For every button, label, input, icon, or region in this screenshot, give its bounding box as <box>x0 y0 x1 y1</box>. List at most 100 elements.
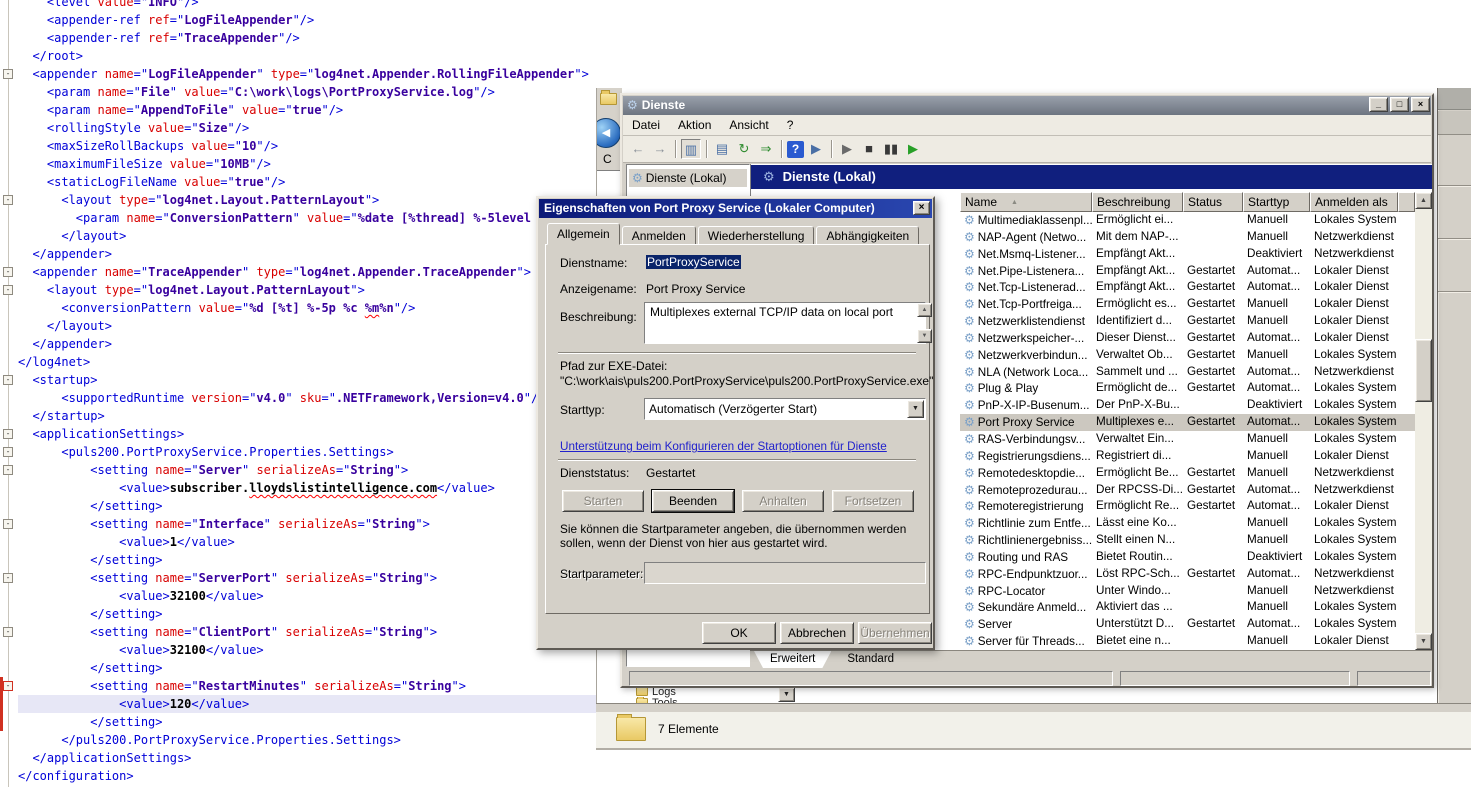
services-table[interactable]: ⚙Multimediaklassenpl...Ermöglicht ei...M… <box>960 212 1415 650</box>
close-icon[interactable]: × <box>1411 97 1430 112</box>
dropdown-button[interactable]: ▼ <box>778 687 795 702</box>
properties-dialog[interactable]: Eigenschaften von Port Proxy Service (Lo… <box>536 196 935 650</box>
code-lines[interactable]: <level value="INFO"/> <appender-ref ref=… <box>18 0 596 785</box>
service-row[interactable]: ⚙Server für Threads...Bietet eine n...Ma… <box>960 633 1415 650</box>
tab-abh-ngigkeiten[interactable]: Abhängigkeiten <box>816 226 919 245</box>
tab-anmelden[interactable]: Anmelden <box>622 226 696 245</box>
column-header-name[interactable]: Name▲ <box>960 192 1092 212</box>
fold-toggle-icon[interactable]: - <box>3 429 13 439</box>
close-icon[interactable]: × <box>913 201 930 215</box>
export-list-icon[interactable]: ⇒ <box>756 139 776 159</box>
ok-button[interactable]: OK <box>702 622 776 644</box>
service-row[interactable]: ⚙RPC-Endpunktzuor...Löst RPC-Sch...Gesta… <box>960 566 1415 583</box>
column-header-anmelden-als[interactable]: Anmelden als <box>1310 192 1398 212</box>
fold-toggle-icon[interactable]: - <box>3 375 13 385</box>
properties-icon[interactable]: ▤ <box>712 139 732 159</box>
tree-item-dienste-lokal[interactable]: ⚙Dienste (Lokal) <box>629 169 747 187</box>
vertical-scrollbar[interactable]: ▲ ▼ <box>1415 192 1432 650</box>
fold-toggle-icon[interactable]: - <box>3 69 13 79</box>
pause-service-icon[interactable]: ▮▮ <box>881 139 901 159</box>
fold-toggle-icon[interactable]: - <box>3 195 13 205</box>
service-row[interactable]: ⚙Netzwerkspeicher-...Dieser Dienst...Ges… <box>960 330 1415 347</box>
tab-standard[interactable]: Standard <box>831 651 910 668</box>
stop-service-icon[interactable]: ■ <box>859 139 879 159</box>
chevron-down-icon[interactable]: ▼ <box>907 400 924 418</box>
fold-toggle-icon[interactable]: - <box>3 573 13 583</box>
menu-bar[interactable]: DateiAktionAnsicht? <box>623 115 1431 136</box>
back-button[interactable]: ◀ <box>596 118 621 148</box>
restart-service-icon[interactable]: ▶ <box>903 139 923 159</box>
fold-toggle-icon[interactable]: - <box>3 447 13 457</box>
service-row[interactable]: ⚙Richtlinienergebniss...Stellt einen N..… <box>960 532 1415 549</box>
beschreibung-field[interactable]: Multiplexes external TCP/IP data on loca… <box>644 302 926 344</box>
back-icon[interactable]: ← <box>628 139 648 159</box>
address-bar-fragment[interactable]: C <box>603 152 612 166</box>
column-header-starttyp[interactable]: Starttyp <box>1243 192 1310 212</box>
fold-toggle-icon[interactable]: - <box>3 519 13 529</box>
fold-toggle-icon[interactable]: - <box>3 267 13 277</box>
service-row[interactable]: ⚙RPC-LocatorUnter Windo...ManuellNetzwer… <box>960 583 1415 600</box>
window-titlebar[interactable]: ⚙Dienste <box>623 96 1431 115</box>
service-row[interactable]: ⚙Plug & PlayErmöglicht de...GestartetAut… <box>960 380 1415 397</box>
code-editor[interactable]: - - - - - - - - - - - - <level value="INFO"/> <appe… <box>0 0 620 787</box>
column-header-beschreibung[interactable]: Beschreibung <box>1092 192 1183 212</box>
service-row[interactable]: ⚙Netzwerkverbindun...Verwaltet Ob...Gest… <box>960 347 1415 364</box>
menu-item-item[interactable]: ? <box>778 115 803 135</box>
scroll-up-icon[interactable]: ▲ <box>1415 192 1432 209</box>
abbrechen-button[interactable]: Abbrechen <box>780 622 854 644</box>
service-row[interactable]: ⚙Net.Tcp-Portfreiga...Ermöglicht es...Ge… <box>960 296 1415 313</box>
service-row[interactable]: ⚙Richtlinie zum Entfe...Lässt eine Ko...… <box>960 515 1415 532</box>
extended-view-icon[interactable]: ▶ <box>806 139 826 159</box>
table-header[interactable]: Name▲BeschreibungStatusStarttypAnmelden … <box>960 192 1415 212</box>
fold-toggle-icon[interactable]: - <box>3 627 13 637</box>
service-row[interactable]: ⚙Port Proxy ServiceMultiplexes e...Gesta… <box>960 414 1415 431</box>
tab-allgemein[interactable]: Allgemein <box>547 223 620 245</box>
forward-icon[interactable]: → <box>650 139 670 159</box>
fold-toggle-icon[interactable]: - <box>3 681 13 691</box>
tab-erweitert[interactable]: Erweitert <box>754 651 831 668</box>
maximize-icon[interactable]: □ <box>1390 97 1409 112</box>
service-row[interactable]: ⚙Net.Msmq-Listener...Empfängt Akt...Deak… <box>960 246 1415 263</box>
service-cell: Bietet eine n... <box>1092 633 1183 650</box>
service-row[interactable]: ⚙Net.Tcp-Listenerad...Empfängt Akt...Ges… <box>960 279 1415 296</box>
minimize-icon[interactable]: _ <box>1369 97 1388 112</box>
fold-gutter[interactable]: - - - - - - - - - - - - <box>0 0 17 787</box>
help-icon[interactable]: ? <box>787 141 804 158</box>
service-row[interactable]: ⚙Registrierungsdiens...Registriert di...… <box>960 448 1415 465</box>
tab-wiederherstellung[interactable]: Wiederherstellung <box>698 226 815 245</box>
starttyp-select[interactable]: Automatisch (Verzögerter Start) ▼ <box>644 398 926 420</box>
service-row[interactable]: ⚙NetzwerklistendienstIdentifiziert d...G… <box>960 313 1415 330</box>
menu-item-datei[interactable]: Datei <box>623 115 669 135</box>
column-header-status[interactable]: Status <box>1183 192 1243 212</box>
service-row[interactable]: ⚙RAS-Verbindungsv...Verwaltet Ein...Manu… <box>960 431 1415 448</box>
service-row[interactable]: ⚙Remoteprozedurau...Der RPCSS-Di...Gesta… <box>960 482 1415 499</box>
dialog-tabs[interactable]: AllgemeinAnmeldenWiederherstellungAbhäng… <box>547 223 921 245</box>
service-row[interactable]: ⚙NLA (Network Loca...Sammelt und ...Gest… <box>960 364 1415 381</box>
scroll-down-icon[interactable]: ▼ <box>917 329 932 343</box>
service-row[interactable]: ⚙Net.Pipe-Listenera...Empfängt Akt...Ges… <box>960 263 1415 280</box>
service-row[interactable]: ⚙Remotedesktopdie...Ermöglicht Be...Gest… <box>960 465 1415 482</box>
fold-toggle-icon[interactable]: - <box>3 285 13 295</box>
service-row[interactable]: ⚙Sekundäre Anmeld...Aktiviert das ...Man… <box>960 599 1415 616</box>
menu-item-ansicht[interactable]: Ansicht <box>720 115 777 135</box>
refresh-icon[interactable]: ↻ <box>734 139 754 159</box>
toolbar[interactable]: ←→▥▤↻⇒?▶▶■▮▮▶ <box>623 136 1431 163</box>
service-row[interactable]: ⚙NAP-Agent (Netwo...Mit dem NAP-...Manue… <box>960 229 1415 246</box>
service-row[interactable]: ⚙RemoteregistrierungErmöglicht Re...Gest… <box>960 498 1415 515</box>
beenden-button[interactable]: Beenden <box>652 490 734 512</box>
show-console-tree-icon[interactable]: ▥ <box>681 139 701 159</box>
menu-item-aktion[interactable]: Aktion <box>669 115 720 135</box>
service-row[interactable]: ⚙ServerUnterstützt D...GestartetAutomat.… <box>960 616 1415 633</box>
scroll-down-icon[interactable]: ▼ <box>1415 633 1432 650</box>
fold-toggle-icon[interactable]: - <box>3 465 13 475</box>
service-row[interactable]: ⚙PnP-X-IP-Busenum...Der PnP-X-Bu...Deakt… <box>960 397 1415 414</box>
start-service-icon[interactable]: ▶ <box>837 139 857 159</box>
scroll-up-icon[interactable]: ▲ <box>917 303 932 317</box>
startoptionen-link[interactable]: Unterstützung beim Konfigurieren der Sta… <box>560 440 887 453</box>
service-row[interactable]: ⚙Multimediaklassenpl...Ermöglicht ei...M… <box>960 212 1415 229</box>
service-row[interactable]: ⚙Routing und RASBietet Routin...Deaktivi… <box>960 549 1415 566</box>
dienstname-value[interactable]: PortProxyService <box>646 255 741 269</box>
dialog-titlebar[interactable]: Eigenschaften von Port Proxy Service (Lo… <box>539 199 932 218</box>
view-tabs[interactable]: ErweitertStandard <box>750 650 1432 668</box>
scrollbar-thumb[interactable] <box>1415 339 1432 402</box>
